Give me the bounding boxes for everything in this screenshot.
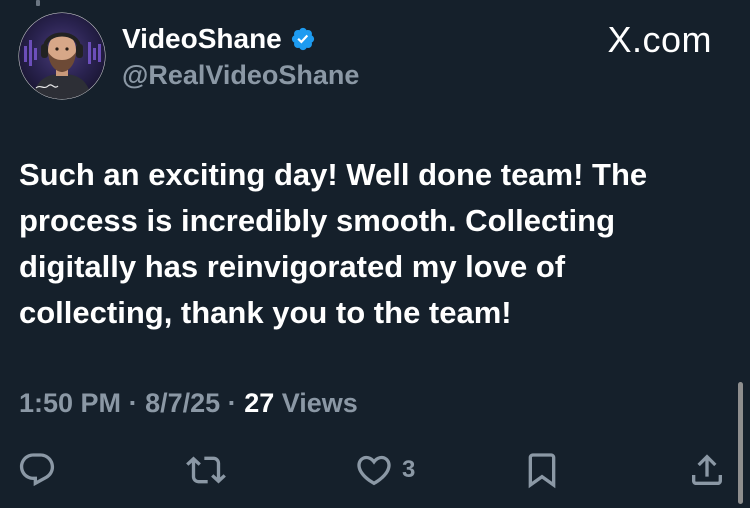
like-count: 3 xyxy=(402,456,416,483)
bookmark-button[interactable] xyxy=(522,448,562,492)
reply-button[interactable] xyxy=(17,448,57,492)
reply-icon xyxy=(19,453,55,487)
avatar-image xyxy=(18,12,106,100)
avatar[interactable] xyxy=(18,12,106,100)
author-handle[interactable]: @RealVideoShane xyxy=(122,59,359,91)
like-button[interactable]: 3 xyxy=(354,448,415,492)
views-label: Views xyxy=(281,388,358,418)
views-count: 27 xyxy=(244,388,275,418)
repost-button[interactable] xyxy=(186,448,226,492)
bookmark-icon xyxy=(528,453,556,489)
post-meta: 1:50 PM · 8/7/25 · 27 Views xyxy=(19,386,358,420)
scroll-indicator-top xyxy=(36,0,40,6)
heart-icon xyxy=(357,455,391,486)
author-name-row[interactable]: VideoShane xyxy=(122,22,316,56)
repost-icon xyxy=(186,456,226,484)
author-display-name[interactable]: VideoShane xyxy=(122,22,282,56)
post-text: Such an exciting day! Well done team! Th… xyxy=(19,157,648,330)
share-icon xyxy=(692,454,722,485)
post-time[interactable]: 1:50 PM xyxy=(19,388,121,418)
scrollbar[interactable] xyxy=(738,382,743,504)
post-date[interactable]: 8/7/25 xyxy=(145,388,220,418)
x-com-logo: X.com xyxy=(607,19,712,60)
meta-separator: · xyxy=(128,388,138,418)
share-button[interactable] xyxy=(687,448,727,492)
verified-badge-icon xyxy=(291,27,314,51)
meta-separator: · xyxy=(227,388,237,418)
